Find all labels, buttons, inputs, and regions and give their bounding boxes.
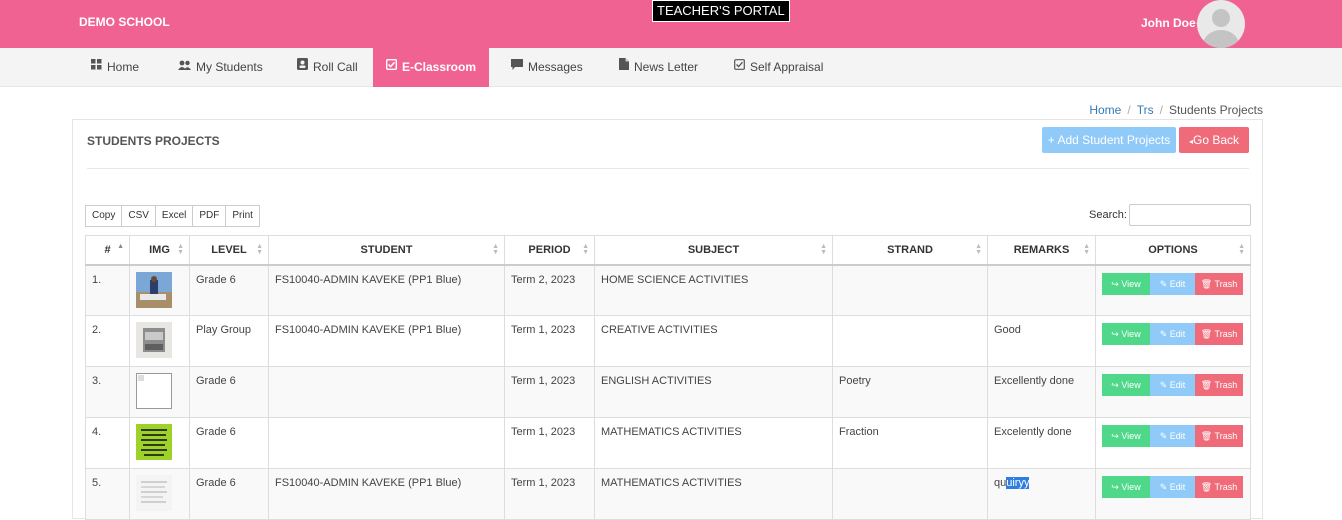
pdf-button[interactable]: PDF	[192, 205, 227, 227]
column-header-number[interactable]: # ▲	[85, 235, 130, 266]
edit-button[interactable]: ✎ Edit	[1150, 272, 1195, 295]
go-back-button[interactable]: ◂Go Back	[1179, 127, 1249, 153]
edit-icon: ✎	[1159, 431, 1170, 441]
top-bar: DEMO SCHOOL TEACHER'S PORTAL John Doe▾	[0, 0, 1342, 48]
edit-button[interactable]: ✎ Edit	[1150, 476, 1195, 498]
table-row: 2. Play Group FS10040-ADMIN KAVEKE (PP1 …	[85, 315, 1251, 367]
trash-button[interactable]: 🗑 Trash	[1195, 425, 1243, 447]
nav-label: E-Classroom	[401, 60, 477, 74]
trash-button[interactable]: 🗑 Trash	[1195, 374, 1243, 396]
breadcrumb-trs[interactable]: Trs	[1137, 103, 1154, 117]
user-menu[interactable]: John Doe▾	[1141, 16, 1201, 30]
main-nav: Home My Students Roll Call E-Classroom M…	[0, 48, 1342, 87]
search-input[interactable]	[1129, 204, 1251, 226]
edit-button[interactable]: ✎ Edit	[1150, 425, 1195, 447]
edit-icon: ✎	[1159, 482, 1170, 492]
column-header-remarks[interactable]: REMARKS ▲ ▼	[987, 235, 1096, 266]
column-header-period[interactable]: PERIOD ▲ ▼	[504, 235, 595, 266]
share-icon: ↪	[1111, 380, 1122, 390]
export-buttons: Copy CSV Excel PDF Print	[85, 205, 260, 227]
divider	[87, 168, 1249, 169]
nav-item-roll-call[interactable]: Roll Call	[297, 48, 358, 87]
edit-icon: ✎	[1159, 380, 1170, 390]
table-row: 1. Grade 6 FS10040-ADMIN KAVEKE (PP1 Blu…	[85, 264, 1251, 316]
add-student-projects-button[interactable]: + Add Student Projects	[1042, 127, 1176, 153]
view-button[interactable]: ↪ View	[1102, 425, 1150, 447]
selected-text: uiryy	[1006, 477, 1030, 489]
page-title: STUDENTS PROJECTS	[87, 134, 220, 148]
edit-icon: ✎	[1159, 329, 1170, 339]
view-button[interactable]: ↪ View	[1102, 323, 1150, 345]
table-row: 4. Grade 6 Term 1, 2023 MATHEMATICS ACTI…	[85, 417, 1251, 469]
comment-icon	[511, 48, 523, 87]
user-name: John Doe	[1141, 16, 1196, 30]
grid-icon	[91, 48, 102, 87]
nav-label: My Students	[196, 60, 263, 74]
column-header-student[interactable]: STUDENT ▲ ▼	[268, 235, 505, 266]
nav-item-e-classroom[interactable]: E-Classroom	[373, 48, 489, 87]
trash-icon: 🗑	[1200, 431, 1213, 441]
trash-icon: 🗑	[1200, 380, 1213, 390]
breadcrumb-current: Students Projects	[1168, 103, 1263, 117]
projects-table: # ▲ IMG ▲ ▼ LEVEL ▲ ▼ STUDENT ▲ ▼ PERIOD ▲ ▼ SUBJ…	[85, 235, 1251, 520]
checkbox-icon	[385, 48, 397, 87]
column-header-strand[interactable]: STRAND ▲ ▼	[832, 235, 988, 266]
users-icon	[178, 48, 191, 87]
column-header-level[interactable]: LEVEL ▲ ▼	[189, 235, 269, 266]
column-header-subject[interactable]: SUBJECT ▲ ▼	[594, 235, 833, 266]
copy-button[interactable]: Copy	[85, 205, 123, 227]
nav-label: Messages	[528, 60, 583, 74]
search-label: Search:	[1089, 209, 1127, 221]
breadcrumb: Home / Trs / Students Projects	[1089, 103, 1263, 117]
trash-button[interactable]: 🗑 Trash	[1195, 272, 1243, 295]
nav-label: Roll Call	[313, 60, 358, 74]
trash-button[interactable]: 🗑 Trash	[1195, 323, 1243, 345]
nav-label: Home	[107, 60, 140, 74]
trash-icon: 🗑	[1200, 278, 1213, 289]
trash-icon: 🗑	[1200, 482, 1213, 492]
edit-button[interactable]: ✎ Edit	[1150, 374, 1195, 396]
share-icon: ↪	[1111, 278, 1122, 289]
share-icon: ↪	[1111, 482, 1122, 492]
nav-item-self-appraisal[interactable]: Self Appraisal	[734, 48, 823, 87]
box-thumbnail[interactable]	[136, 322, 172, 358]
table-row: 3. Grade 6 Term 1, 2023 ENGLISH ACTIVITI…	[85, 366, 1251, 418]
portal-label: TEACHER'S PORTAL	[652, 0, 790, 22]
nav-item-news-letter[interactable]: News Letter	[619, 48, 698, 87]
nav-label: News Letter	[634, 60, 699, 74]
broken-image-icon[interactable]	[136, 373, 172, 409]
text-thumbnail[interactable]	[136, 475, 172, 511]
breadcrumb-home[interactable]: Home	[1089, 103, 1121, 117]
nav-label: Self Appraisal	[750, 60, 824, 74]
edit-icon: ✎	[1159, 278, 1170, 289]
poster-thumbnail[interactable]	[136, 424, 172, 460]
csv-button[interactable]: CSV	[121, 205, 156, 227]
students-projects-panel: STUDENTS PROJECTS + Add Student Projects…	[72, 119, 1263, 520]
school-name[interactable]: DEMO SCHOOL	[79, 15, 170, 29]
check-square-icon	[734, 48, 745, 87]
avatar[interactable]	[1197, 0, 1245, 48]
view-button[interactable]: ↪ View	[1102, 476, 1150, 498]
view-button[interactable]: ↪ View	[1102, 272, 1150, 295]
id-card-icon	[297, 48, 308, 87]
trash-icon: 🗑	[1200, 329, 1213, 339]
trash-button[interactable]: 🗑 Trash	[1195, 476, 1243, 498]
view-button[interactable]: ↪ View	[1102, 374, 1150, 396]
nav-item-messages[interactable]: Messages	[511, 48, 583, 87]
column-header-img[interactable]: IMG ▲ ▼	[129, 235, 190, 266]
share-icon: ↪	[1111, 431, 1122, 441]
nav-item-my-students[interactable]: My Students	[178, 48, 263, 87]
edit-button[interactable]: ✎ Edit	[1150, 323, 1195, 345]
print-button[interactable]: Print	[225, 205, 260, 227]
photo-thumbnail[interactable]	[136, 271, 172, 308]
file-icon	[619, 48, 629, 87]
column-header-options[interactable]: OPTIONS ▲ ▼	[1095, 235, 1251, 266]
share-icon: ↪	[1111, 329, 1122, 339]
excel-button[interactable]: Excel	[154, 205, 194, 227]
nav-item-home[interactable]: Home	[91, 48, 139, 87]
